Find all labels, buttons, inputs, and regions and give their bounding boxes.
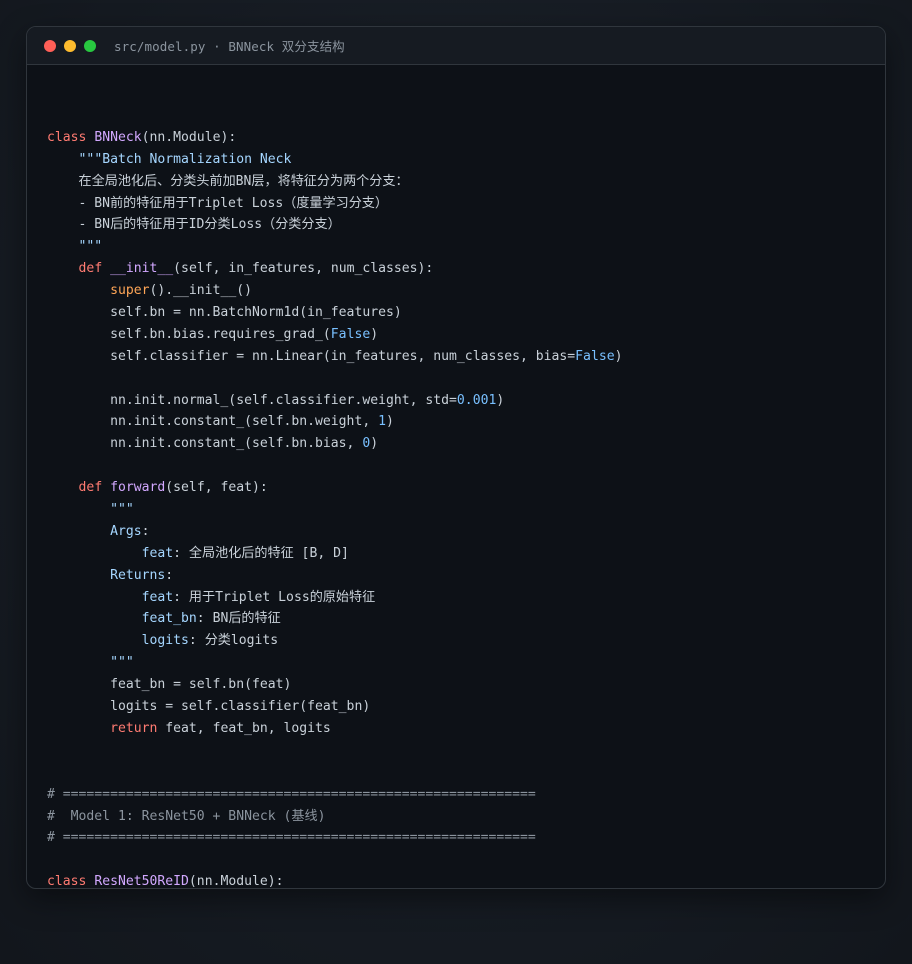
code-line: class BNNeck(nn.Module): [47,129,237,145]
code-line: feat: 全局池化后的特征 [B, D] [141,545,349,561]
code-line: ​ [47,762,622,784]
code-line: """ [47,239,103,255]
maximize-window-button[interactable] [84,39,96,52]
code-line: return feat, feat_bn, logits [110,720,331,736]
code-window: src/model.py · BNNeck 双分支结构 ​ class BNNec… [26,26,886,889]
code-line: def __init__(self, in_features, num_clas… [78,261,434,277]
code-line: """Batch Normalization Neck [78,151,292,167]
code-line: Args: [110,523,150,539]
code-line: feat_bn: BN后的特征 [141,611,281,627]
code-line: Returns: [110,567,174,583]
code-line: ​ [47,849,622,871]
code-line: self.classifier = nn.Linear(in_features,… [47,348,623,364]
code-line: # Model 1: ResNet50 + BNNeck (基线) [47,808,326,824]
minimize-window-button[interactable] [64,39,76,52]
code-line: nn.init.normal_(self.classifier.weight, … [47,392,505,408]
code-line: nn.init.constant_(self.bn.bias, 0) [47,436,379,452]
code-line: self.bn = nn.BatchNorm1d(in_features) [47,305,402,321]
code-line: ​ [47,105,622,127]
code-block[interactable]: ​ class BNNeck(nn.Module): """Batch Norma… [47,105,623,889]
code-line: feat: 用于Triplet Loss的原始特征 [141,589,376,605]
code-line: - BN后的特征用于ID分类Loss（分类分支） [47,217,341,233]
window-title: src/model.py · BNNeck 双分支结构 [114,39,345,54]
code-line: class ResNet50ReID(nn.Module): [47,874,284,889]
code-line: """ [110,502,134,518]
code-line: ​ [47,740,622,762]
close-window-button[interactable] [44,39,56,52]
code-line: logits: 分类logits [141,633,279,649]
code-line: """ [47,655,134,671]
code-line: self.bn.bias.requires_grad_(False) [47,326,379,342]
code-line: logits = self.classifier(feat_bn) [47,699,371,715]
title-bar: src/model.py · BNNeck 双分支结构 [27,27,885,65]
code-line: feat_bn = self.bn(feat) [47,677,292,693]
code-line: # ======================================… [47,786,536,802]
code-line: def forward(self, feat): [78,480,268,496]
code-line: 在全局池化后、分类头前加BN层，将特征分为两个分支： [47,173,409,189]
code-line: - BN前的特征用于Triplet Loss（度量学习分支） [47,195,388,211]
code-line: # ======================================… [47,830,536,846]
code-line: ​ [47,368,622,390]
code-line: ​ [47,455,622,477]
code-line: nn.init.constant_(self.bn.weight, 1) [47,414,394,430]
code-line: super().__init__() [110,283,252,299]
